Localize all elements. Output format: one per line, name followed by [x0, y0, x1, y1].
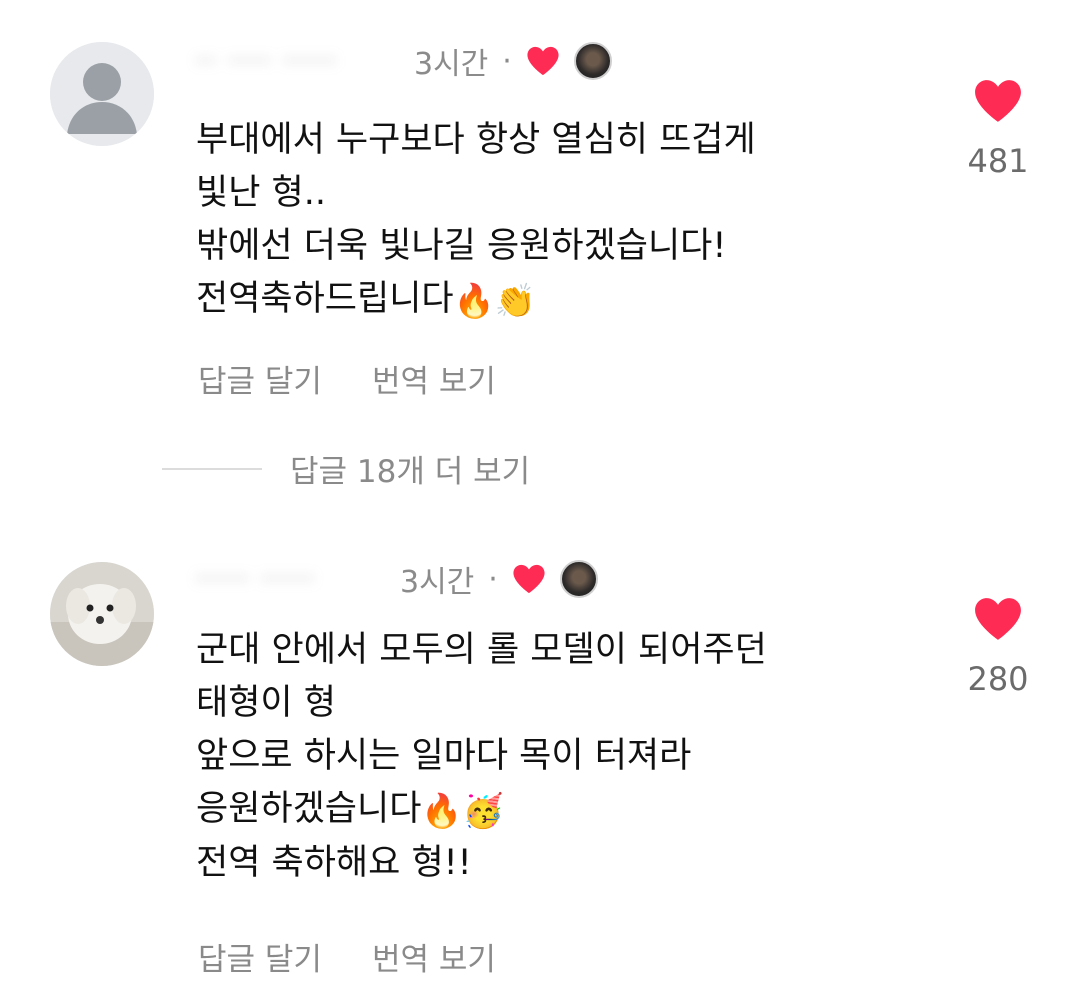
comment-line: 군대 안에서 모두의 롤 모델이 되어주던 [196, 630, 767, 670]
comment-line-with-emoji: 응원하겠습니다🔥🥳 [196, 783, 916, 837]
clapping-hands-emoji-icon: 👏 [494, 281, 536, 320]
comments-panel: ·· ···· ····· 3시간 · 부대에서 누구보다 항상 열심히 뜨겁게… [0, 0, 1080, 1008]
like-control: 280 [955, 596, 1041, 698]
username[interactable]: ·· ···· ····· [196, 44, 400, 78]
translate-button[interactable]: 번역 보기 [372, 356, 496, 401]
separator-dot: · [488, 561, 498, 597]
view-more-replies[interactable]: 답글 18개 더 보기 [162, 446, 530, 491]
comment-line: 밖에선 더욱 빛나길 응원하겠습니다! [196, 226, 727, 266]
view-more-replies-label[interactable]: 답글 18개 더 보기 [290, 446, 530, 491]
like-count: 481 [967, 142, 1029, 180]
partying-face-emoji-icon: 🥳 [462, 791, 504, 830]
creator-avatar [559, 560, 598, 598]
like-count: 280 [967, 660, 1029, 698]
heart-icon[interactable] [973, 78, 1023, 124]
comment-actions: 답글 달기 번역 보기 [198, 934, 496, 979]
comment-item: ·· ···· ····· 3시간 · 부대에서 누구보다 항상 열심히 뜨겁게… [0, 0, 1080, 490]
reply-button[interactable]: 답글 달기 [198, 934, 322, 979]
comment-actions: 답글 달기 번역 보기 [198, 356, 496, 401]
avatar[interactable] [50, 562, 154, 666]
separator-dot: · [502, 43, 512, 79]
comment-line-last: 전역축하드립니다🔥👏 [196, 273, 916, 327]
fire-emoji-icon: 🔥 [453, 281, 495, 320]
reply-button[interactable]: 답글 달기 [198, 356, 322, 401]
avatar[interactable] [50, 42, 154, 146]
comment-line: 빛난 형.. [196, 173, 326, 213]
person-icon [50, 42, 154, 146]
translate-button[interactable]: 번역 보기 [372, 934, 496, 979]
comment-line: 부대에서 누구보다 항상 열심히 뜨겁게 [196, 120, 756, 160]
comment-text: 군대 안에서 모두의 롤 모델이 되어주던 태형이 형 앞으로 하시는 일마다 … [196, 624, 916, 890]
creator-liked-heart-icon [527, 46, 559, 76]
comment-time: 3시간 [414, 47, 489, 82]
creator-avatar [573, 42, 612, 80]
comment-line: 앞으로 하시는 일마다 목이 터져라 [196, 736, 692, 776]
divider [162, 467, 262, 470]
comment-line: 태형이 형 [196, 683, 336, 723]
comment-line-text: 응원하겠습니다 [196, 789, 422, 829]
comment-item: ····· ····· 3시간 · 군대 안에서 모두의 롤 모델이 되어주던 … [0, 540, 1080, 1008]
fire-emoji-icon: 🔥 [421, 791, 463, 830]
username[interactable]: ····· ····· [196, 562, 386, 596]
comment-text: 부대에서 누구보다 항상 열심히 뜨겁게 빛난 형.. 밖에선 더욱 빛나길 응… [196, 114, 916, 327]
comment-line-text: 전역축하드립니다 [196, 279, 454, 319]
heart-icon[interactable] [973, 596, 1023, 642]
comment-time: 3시간 [400, 565, 475, 600]
comment-meta: ·· ···· ····· 3시간 · [196, 36, 612, 86]
comment-meta: ····· ····· 3시간 · [196, 554, 598, 604]
comment-line: 전역 축하해요 형!! [196, 843, 472, 883]
creator-liked-heart-icon [513, 564, 545, 594]
dog-photo-icon [50, 562, 154, 666]
like-control: 481 [955, 78, 1041, 180]
